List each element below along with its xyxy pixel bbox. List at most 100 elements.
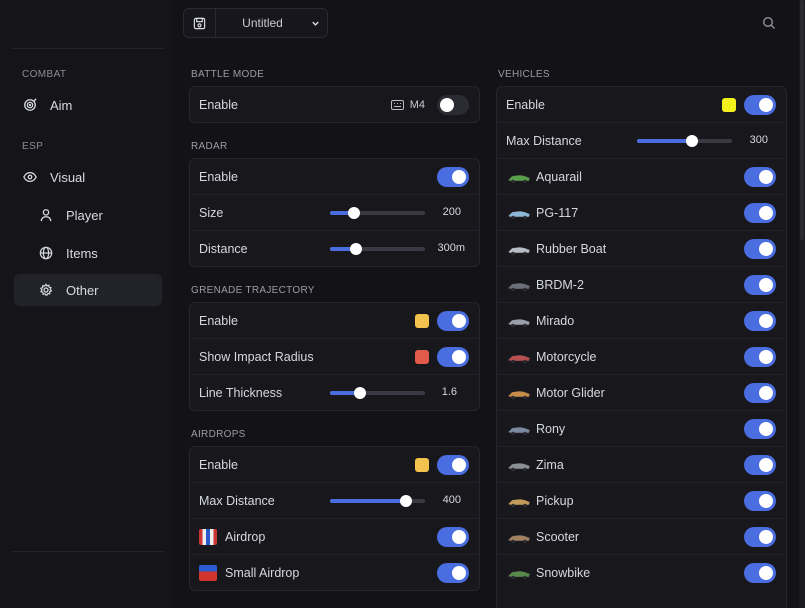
airdrops-card: Enable Max Distance 400 Airdrop Small Ai… (189, 446, 480, 591)
vehicle-label: Rony (536, 421, 566, 436)
scrollbar-thumb[interactable] (800, 0, 804, 240)
radar-card: Enable Size 200 Distance 300m (189, 158, 480, 267)
vehicle-toggle[interactable] (744, 166, 776, 187)
jetski-icon (507, 174, 531, 183)
color-swatch[interactable] (722, 97, 736, 112)
slider-fill (330, 499, 406, 503)
sidebar-item-label: Visual (50, 169, 86, 185)
vehicle-label: Mirado (536, 313, 575, 328)
radar-size-value: 200 (442, 206, 461, 218)
sidebar-divider (12, 551, 164, 552)
slider-knob[interactable] (349, 243, 362, 255)
rubber-boat-icon (507, 246, 531, 255)
vehicles-card: Enable Max Distance 300 Aquarail PG-117 Ru… (496, 86, 787, 608)
vehicle-toggle[interactable] (744, 526, 776, 547)
sidebar-item-player[interactable]: Player (14, 199, 162, 231)
motorcycle-icon (507, 354, 531, 363)
vehicle-toggle[interactable] (744, 238, 776, 259)
sidebar-item-items[interactable]: Items (14, 237, 162, 269)
vehicle-toggle[interactable] (744, 454, 776, 475)
radar-size-row: Size 200 (190, 195, 479, 231)
grenade-enable-label: Enable (199, 313, 238, 328)
sidebar-section-combat: COMBAT (22, 69, 67, 80)
vehicle-toggle[interactable] (744, 382, 776, 403)
hotkey-label: M4 (409, 99, 425, 111)
vehicles-distance-slider[interactable] (637, 135, 732, 147)
chevron-down-icon[interactable] (303, 18, 327, 29)
vehicle-toggle[interactable] (744, 563, 776, 583)
color-swatch[interactable] (415, 313, 429, 328)
grenade-title: GRENADE TRAJECTORY (191, 285, 315, 296)
color-swatch[interactable] (415, 457, 429, 472)
vehicle-toggle[interactable] (744, 490, 776, 511)
slider-knob[interactable] (400, 495, 412, 507)
radar-size-slider[interactable] (330, 207, 425, 219)
config-selector[interactable]: Untitled (183, 8, 328, 38)
radar-enable-row: Enable (190, 159, 479, 195)
airdrops-distance-value: 400 (442, 494, 461, 506)
sidebar-item-label: Items (66, 245, 98, 261)
airdrops-enable-label: Enable (199, 457, 238, 472)
color-swatch[interactable] (415, 349, 429, 364)
sidebar-item-label: Other (66, 282, 99, 298)
vehicle-toggle[interactable] (744, 346, 776, 367)
radar-distance-value: 300m (437, 242, 465, 254)
grenade-impact-toggle[interactable] (437, 346, 469, 367)
battle-mode-title: BATTLE MODE (191, 69, 265, 80)
airdrop-toggle[interactable] (437, 526, 469, 547)
search-icon[interactable] (760, 14, 778, 32)
pickup-icon (507, 498, 531, 507)
scrollbar[interactable] (799, 0, 805, 608)
sidebar-section-esp: ESP (22, 141, 44, 152)
radar-distance-slider[interactable] (330, 243, 425, 255)
airdrop-label: Airdrop (225, 529, 266, 544)
grenade-card: Enable Show Impact Radius Line Thickness… (189, 302, 480, 411)
airdrops-enable-row: Enable (190, 447, 479, 483)
suv-icon (507, 462, 531, 471)
vehicle-row: Zima (497, 447, 786, 483)
save-icon[interactable] (184, 9, 216, 37)
vehicle-label: Rubber Boat (536, 241, 607, 256)
vehicle-toggle[interactable] (744, 310, 776, 331)
battle-mode-card: Enable M4 (189, 86, 480, 123)
sidebar-item-label: Aim (50, 97, 73, 113)
airdrops-distance-slider[interactable] (330, 495, 425, 507)
slider-knob[interactable] (686, 135, 699, 147)
gear-icon (38, 282, 54, 298)
vehicle-label: Scooter (536, 529, 580, 544)
sidebar-item-visual[interactable]: Visual (14, 161, 162, 193)
slider-knob[interactable] (347, 207, 360, 219)
vehicle-row: Pickup (497, 483, 786, 519)
sidebar-item-aim[interactable]: Aim (14, 89, 162, 121)
vehicle-label: Zima (536, 457, 564, 472)
config-name: Untitled (242, 16, 283, 30)
vehicle-toggle[interactable] (744, 202, 776, 223)
vehicle-toggle[interactable] (744, 418, 776, 439)
vehicle-label: Motor Glider (536, 385, 605, 400)
battle-mode-toggle[interactable] (437, 95, 469, 115)
radar-toggle[interactable] (437, 166, 469, 187)
sidebar-item-other[interactable]: Other (14, 274, 162, 306)
armored-car-icon (507, 282, 531, 291)
small-airdrop-crate-icon (199, 565, 217, 581)
vehicles-toggle[interactable] (744, 94, 776, 115)
vehicle-label: Motorcycle (536, 349, 597, 364)
globe-icon (38, 245, 54, 261)
keyboard-icon (390, 100, 404, 110)
user-icon (38, 207, 54, 223)
grenade-toggle[interactable] (437, 310, 469, 331)
radar-enable-label: Enable (199, 169, 238, 184)
grenade-thickness-slider[interactable] (330, 387, 425, 399)
hotkey-badge[interactable]: M4 (390, 99, 425, 111)
vehicle-label: Pickup (536, 493, 574, 508)
vehicle-row: Scooter (497, 519, 786, 555)
airdrops-toggle[interactable] (437, 454, 469, 475)
vehicle-toggle[interactable] (744, 274, 776, 295)
vehicle-row: Rony (497, 411, 786, 447)
vehicles-title: VEHICLES (498, 69, 550, 80)
vehicle-label: Snowbike (536, 566, 591, 580)
radar-title: RADAR (191, 141, 228, 152)
sidebar-divider (12, 48, 164, 49)
car-icon (507, 318, 531, 327)
small-airdrop-toggle[interactable] (437, 563, 469, 583)
